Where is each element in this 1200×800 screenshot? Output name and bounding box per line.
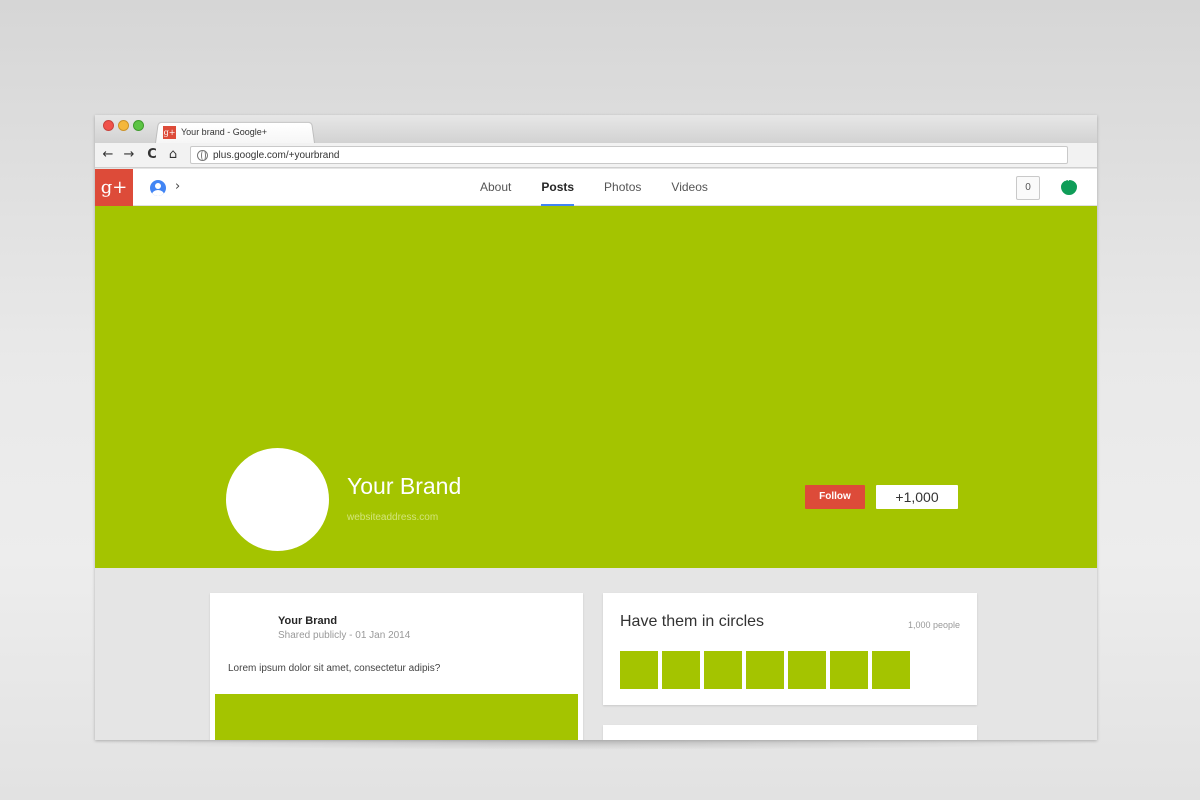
forward-arrow-icon[interactable]: → bbox=[121, 147, 137, 163]
browser-window: g+ Your brand - Google+ ← → C ⌂ plus.goo… bbox=[95, 115, 1097, 740]
post-card: Your Brand Shared publicly - 01 Jan 2014… bbox=[210, 593, 583, 740]
tab-photos[interactable]: Photos bbox=[589, 169, 656, 206]
circle-member-grid bbox=[620, 651, 910, 689]
address-bar[interactable]: plus.google.com/+yourbrand bbox=[190, 146, 1068, 164]
reload-icon[interactable]: C bbox=[144, 147, 160, 163]
plus-one-button[interactable]: +1,000 bbox=[876, 485, 958, 509]
home-icon[interactable]: ⌂ bbox=[165, 147, 181, 163]
close-window-button[interactable] bbox=[103, 120, 114, 131]
globe-icon bbox=[197, 149, 208, 161]
tab-title: Your brand - Google+ bbox=[181, 127, 267, 137]
circles-title: Have them in circles bbox=[620, 613, 765, 630]
tab-videos[interactable]: Videos bbox=[656, 169, 722, 206]
cover-photo: Your Brand websiteaddress.com Follow +1,… bbox=[95, 206, 1097, 568]
circle-member-avatar[interactable] bbox=[746, 651, 784, 689]
circles-card: Have them in circles 1,000 people bbox=[603, 593, 977, 705]
brand-name: Your Brand bbox=[347, 473, 462, 499]
gplus-header: g+ › About Posts Photos Videos 0 bbox=[95, 169, 1097, 206]
browser-toolbar: ← → C ⌂ plus.google.com/+yourbrand bbox=[95, 143, 1097, 168]
tab-about[interactable]: About bbox=[465, 169, 526, 206]
url-text[interactable]: plus.google.com/+yourbrand bbox=[213, 150, 339, 161]
post-image[interactable] bbox=[215, 694, 578, 740]
circle-member-avatar[interactable] bbox=[620, 651, 658, 689]
browser-tab-content[interactable]: g+ Your brand - Google+ bbox=[163, 124, 267, 140]
avatar[interactable] bbox=[226, 448, 329, 551]
tab-posts[interactable]: Posts bbox=[526, 169, 589, 206]
post-author[interactable]: Your Brand bbox=[278, 615, 337, 627]
maximize-window-button[interactable] bbox=[133, 120, 144, 131]
circle-member-avatar[interactable] bbox=[704, 651, 742, 689]
profile-switch-icon[interactable] bbox=[150, 180, 166, 196]
tab-strip: g+ Your brand - Google+ bbox=[95, 115, 1097, 143]
brand-website-link[interactable]: websiteaddress.com bbox=[347, 512, 438, 523]
follow-button[interactable]: Follow bbox=[805, 485, 865, 509]
circle-member-avatar[interactable] bbox=[788, 651, 826, 689]
circles-count[interactable]: 1,000 people bbox=[908, 620, 960, 630]
hangouts-icon[interactable] bbox=[1061, 176, 1077, 195]
minimize-window-button[interactable] bbox=[118, 120, 129, 131]
lower-card bbox=[603, 725, 977, 740]
gplus-logo-icon[interactable]: g+ bbox=[95, 169, 133, 206]
circle-member-avatar[interactable] bbox=[662, 651, 700, 689]
profile-nav-tabs: About Posts Photos Videos bbox=[465, 169, 723, 206]
post-meta: Shared publicly - 01 Jan 2014 bbox=[278, 630, 411, 641]
circle-member-avatar[interactable] bbox=[872, 651, 910, 689]
post-text: Lorem ipsum dolor sit amet, consectetur … bbox=[228, 663, 441, 674]
circle-member-avatar[interactable] bbox=[830, 651, 868, 689]
notification-count-button[interactable]: 0 bbox=[1016, 176, 1040, 200]
back-arrow-icon[interactable]: ← bbox=[100, 147, 116, 163]
chevron-right-icon[interactable]: › bbox=[175, 179, 180, 194]
gplus-favicon-icon: g+ bbox=[163, 125, 176, 139]
